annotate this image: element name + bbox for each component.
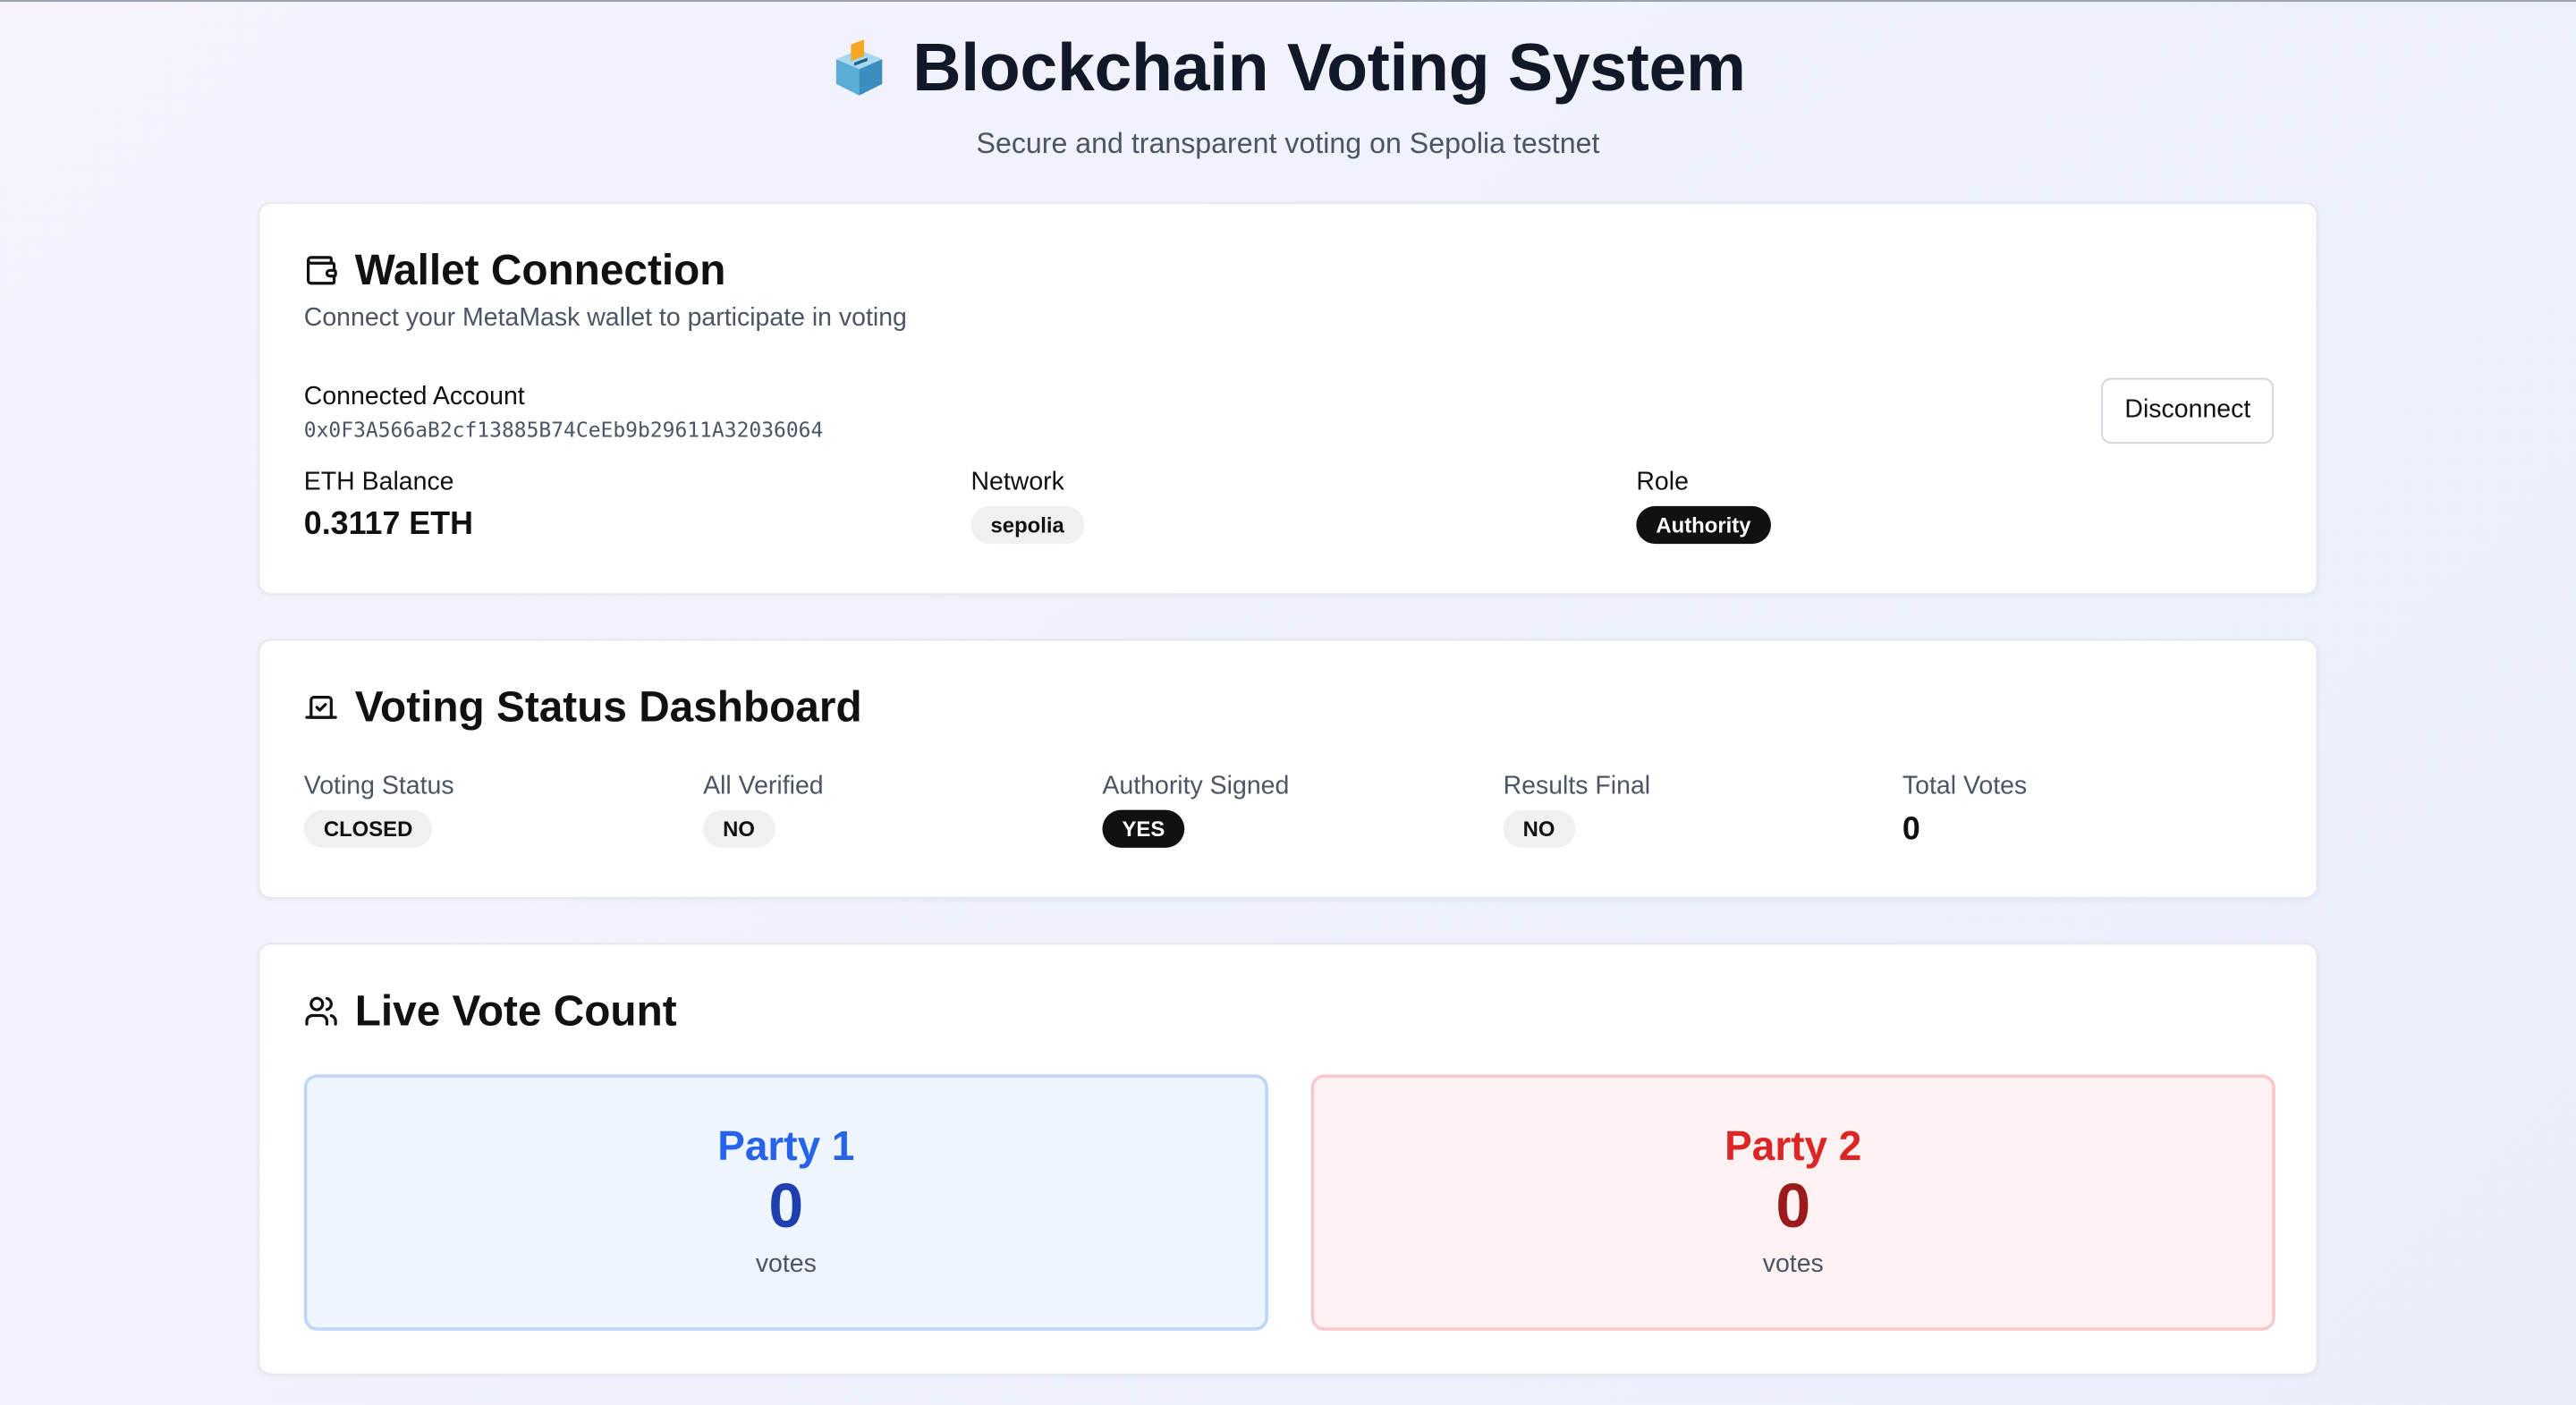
- page: Blockchain Voting System Secure and tran…: [0, 2, 2576, 1405]
- party-vote-count: 0: [1775, 1172, 1811, 1242]
- party-votes-unit: votes: [1762, 1249, 1824, 1278]
- ballot-box-icon: [836, 38, 884, 95]
- voting-status-card: Voting Status Dashboard Voting Status CL…: [258, 639, 2318, 899]
- all-verified-badge: NO: [703, 809, 775, 848]
- results-final-label: Results Final: [1503, 772, 1651, 800]
- wallet-icon: [307, 256, 337, 285]
- authority-signed-label: Authority Signed: [1102, 772, 1290, 800]
- status-title: Voting Status Dashboard: [354, 681, 862, 732]
- page-subtitle: Secure and transparent voting on Sepolia…: [976, 126, 1600, 160]
- party-vote-count: 0: [768, 1172, 804, 1242]
- authority-signed-badge: YES: [1102, 809, 1185, 848]
- ballot-check-icon: [305, 696, 337, 719]
- vote-title: Live Vote Count: [354, 986, 677, 1036]
- party-name: Party 1: [717, 1123, 855, 1170]
- total-votes-value: 0: [1902, 811, 1920, 848]
- results-final-badge: NO: [1503, 809, 1575, 848]
- disconnect-button[interactable]: Disconnect: [2101, 377, 2274, 444]
- role-badge: Authority: [1636, 505, 1771, 545]
- eth-balance-value: 0.3117 ETH: [303, 505, 473, 543]
- account-address: 0x0F3A566aB2cf13885B74CeEb9b29611A320360…: [303, 417, 824, 443]
- wallet-card-title: Wallet Connection: [304, 244, 726, 296]
- page-title: Blockchain Voting System: [912, 30, 1746, 106]
- party-2-card: Party 2 0 votes: [1310, 1074, 2275, 1331]
- live-vote-card: Live Vote Count Party 1 0 votes Party 2 …: [258, 943, 2318, 1375]
- party-1-card: Party 1 0 votes: [303, 1074, 1268, 1331]
- total-votes-label: Total Votes: [1902, 772, 2028, 800]
- vote-card-title: Live Vote Count: [304, 986, 677, 1037]
- page-header: Blockchain Voting System Secure and tran…: [0, 2, 2576, 161]
- eth-balance-label: ETH Balance: [303, 468, 454, 496]
- connected-account-label: Connected Account: [303, 383, 525, 411]
- all-verified-label: All Verified: [703, 772, 824, 800]
- status-card-title: Voting Status Dashboard: [304, 681, 862, 732]
- voting-status-label: Voting Status: [303, 772, 454, 800]
- party-votes-unit: votes: [755, 1249, 817, 1278]
- wallet-title: Wallet Connection: [354, 244, 726, 294]
- role-label: Role: [1636, 468, 1689, 496]
- users-icon: [305, 996, 337, 1026]
- network-label: Network: [970, 468, 1064, 496]
- voting-status-badge: CLOSED: [303, 809, 433, 848]
- party-name: Party 2: [1724, 1123, 1862, 1170]
- wallet-description: Connect your MetaMask wallet to particip…: [303, 303, 907, 333]
- network-badge: sepolia: [970, 505, 1084, 545]
- wallet-card: Wallet Connection Connect your MetaMask …: [258, 202, 2318, 596]
